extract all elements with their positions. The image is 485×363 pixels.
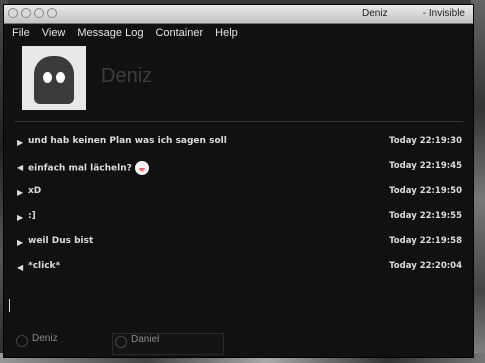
tab-daniel[interactable]: Daniel [112,333,224,355]
outgoing-arrow-icon[interactable]: ◀ [17,263,23,272]
message-timestamp: Today 22:19:58 [389,236,462,246]
menu-file[interactable]: File [12,27,30,39]
default-avatar-icon [34,56,74,104]
menu-bar: File View Message Log Container Help [4,24,473,42]
chat-window: Deniz - Invisible File View Message Log … [3,4,474,358]
contact-header: Deniz [4,42,473,128]
incoming-arrow-icon[interactable]: ▶ [17,138,23,147]
window-extra-button[interactable] [47,8,57,18]
chat-tabs: Deniz Daniel [4,331,473,357]
message-text: weil Dus bist [28,236,94,246]
message-row: ◀ *click* Today 22:20:04 [4,256,473,281]
tab-deniz[interactable]: Deniz [14,333,122,353]
zoom-window-button[interactable] [34,8,44,18]
menu-container[interactable]: Container [155,27,203,39]
contact-name: Deniz [101,65,153,87]
window-controls [8,8,57,18]
message-row: ▶ weil Dus bist Today 22:19:58 [4,231,473,256]
message-timestamp: Today 22:19:30 [389,136,462,146]
message-text: *click* [28,261,61,271]
outgoing-arrow-icon[interactable]: ◀ [17,163,23,172]
message-row: ▶:] Today 22:19:55 [4,206,473,231]
incoming-arrow-icon[interactable]: ▶ [17,188,23,197]
message-text: xD [28,186,42,196]
minimize-window-button[interactable] [21,8,31,18]
header-divider [14,121,463,122]
message-timestamp: Today 22:19:55 [389,211,462,221]
tab-label: Deniz [32,333,58,344]
message-log[interactable]: ▶ und hab keinen Plan was ich sagen soll T… [4,131,473,281]
message-text: :] [28,211,36,221]
menu-message-log[interactable]: Message Log [77,27,143,39]
message-timestamp: Today 22:19:50 [389,186,462,196]
message-text: und hab keinen Plan was ich sagen soll [28,136,227,146]
chat-bubble-icon [115,336,127,348]
menu-view[interactable]: View [42,27,66,39]
message-row: ▶ xD Today 22:19:50 [4,181,473,206]
message-timestamp: Today 22:19:45 [389,161,462,171]
avatar[interactable] [22,46,86,110]
menu-help[interactable]: Help [215,27,238,39]
title-bar[interactable]: Deniz - Invisible [4,5,473,24]
close-window-button[interactable] [8,8,18,18]
window-title: Deniz [362,8,388,19]
message-timestamp: Today 22:20:04 [389,261,462,271]
message-text: einfach mal lächeln? [28,161,149,175]
smiley-emoticon-icon [134,161,149,175]
message-row: ◀ einfach mal lächeln? Today 22:19:45 [4,156,473,181]
message-row: ▶ und hab keinen Plan was ich sagen soll T… [4,131,473,156]
message-input[interactable] [4,291,473,321]
tab-label: Daniel [131,334,160,345]
incoming-arrow-icon[interactable]: ▶ [17,238,23,247]
text-caret [9,299,10,312]
chat-bubble-icon [16,335,28,347]
incoming-arrow-icon[interactable]: ▶ [17,213,23,222]
contact-status: - Invisible [422,8,465,19]
